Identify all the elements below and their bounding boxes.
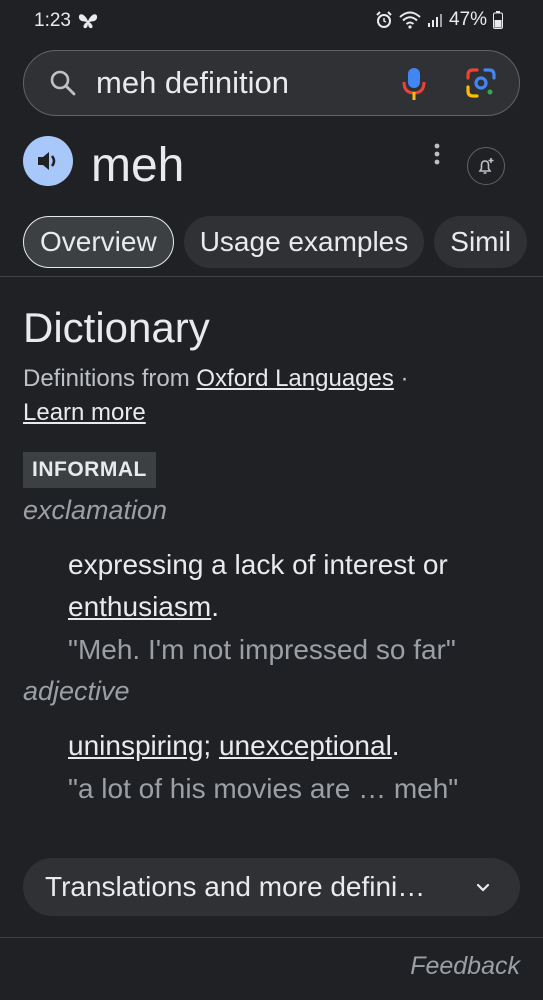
- search-icon: [50, 70, 76, 96]
- source-attribution: Definitions from Oxford Languages · Lear…: [23, 362, 503, 430]
- battery-icon: [493, 11, 503, 29]
- usage-example: "Meh. I'm not impressed so far": [68, 634, 456, 665]
- wifi-icon: [399, 11, 421, 29]
- translations-label: Translations and more defini…: [45, 871, 426, 902]
- chevron-down-icon: [476, 883, 490, 892]
- divider: [0, 937, 543, 938]
- butterfly-icon: [78, 12, 98, 35]
- tab-bar: Overview Usage examples Simil: [23, 216, 527, 268]
- google-lens-icon[interactable]: [464, 66, 498, 100]
- oxford-languages-link[interactable]: Oxford Languages: [196, 365, 393, 392]
- battery-percent: 47%: [448, 9, 487, 30]
- usage-example: "a lot of his movies are … meh": [68, 773, 459, 804]
- definition: expressing a lack of interest or enthusi…: [68, 544, 508, 628]
- tab-overview[interactable]: Overview: [23, 216, 174, 268]
- feedback-link[interactable]: Feedback: [410, 952, 520, 981]
- definition-end: .: [391, 730, 400, 761]
- source-separator: ·: [393, 365, 409, 392]
- definition-end: .: [211, 591, 219, 622]
- learn-more-link[interactable]: Learn more: [23, 399, 146, 426]
- speaker-icon: [38, 152, 56, 170]
- register-badge: INFORMAL: [23, 452, 156, 488]
- bell-add-icon: [478, 158, 494, 174]
- signal-icon: [427, 14, 442, 27]
- follow-alert-button[interactable]: [467, 147, 505, 185]
- unexceptional-link[interactable]: unexceptional: [219, 730, 392, 761]
- dictionary-heading: Dictionary: [23, 304, 210, 351]
- tab-usage-examples[interactable]: Usage examples: [183, 216, 425, 268]
- translations-expander[interactable]: Translations and more defini…: [23, 858, 520, 916]
- voice-search-icon[interactable]: [402, 66, 426, 102]
- search-input[interactable]: [96, 65, 376, 101]
- search-bar[interactable]: [23, 50, 520, 116]
- source-prefix: Definitions from: [23, 365, 197, 392]
- definition-text: expressing a lack of interest or: [68, 549, 448, 580]
- definition: uninspiring; unexceptional.: [68, 725, 508, 767]
- alarm-icon: [376, 11, 392, 28]
- more-options-icon[interactable]: [428, 142, 446, 168]
- status-time: 1:23: [34, 10, 71, 31]
- part-of-speech: exclamation: [23, 495, 168, 525]
- divider: [0, 276, 543, 277]
- part-of-speech: adjective: [23, 676, 130, 706]
- pronunciation-button[interactable]: [23, 136, 73, 186]
- tab-similar[interactable]: Simil: [434, 216, 527, 268]
- definition-separator: ;: [203, 730, 219, 761]
- dictionary-word: meh: [91, 139, 185, 192]
- status-icons: 47%: [375, 9, 503, 31]
- uninspiring-link[interactable]: uninspiring: [68, 730, 203, 761]
- enthusiasm-link[interactable]: enthusiasm: [68, 591, 211, 622]
